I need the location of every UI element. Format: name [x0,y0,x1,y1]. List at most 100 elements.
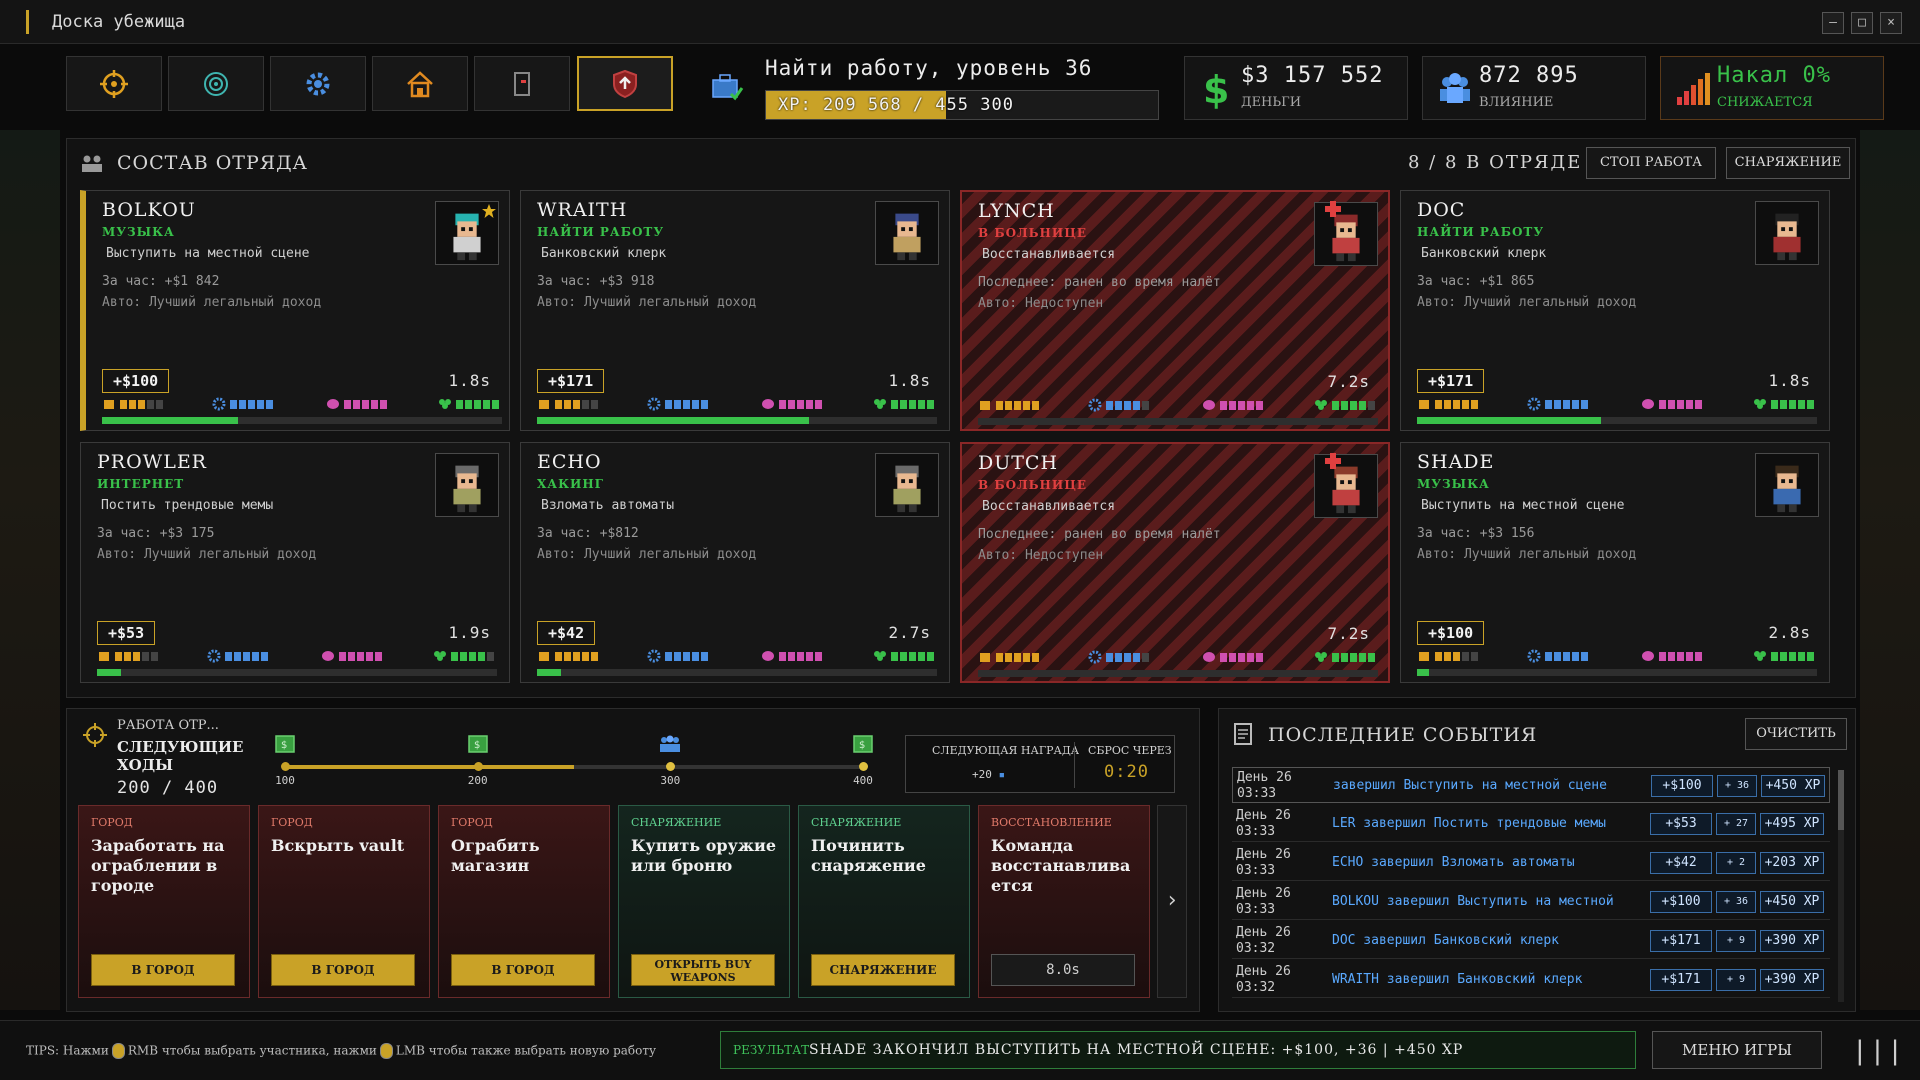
stat-pip [1453,399,1460,409]
mission-button[interactable]: ОТКРЫТЬ BUY WEAPONS [631,954,775,986]
stat-brain [1202,650,1265,664]
stat-pip [788,651,795,661]
nav-phone-button[interactable] [474,56,570,111]
brain-icon [1203,400,1215,410]
mission-next-arrow[interactable]: › [1157,805,1187,998]
stat-pip [142,651,149,661]
nav-radar-button[interactable] [168,56,264,111]
mission-card[interactable]: ГОРОД Заработать на ограблении в городе … [78,805,250,998]
money-label: ДЕНЬГИ [1241,95,1302,110]
mission-button[interactable]: В ГОРОД [451,954,595,986]
stat-pip [239,399,246,409]
squad-card-doc[interactable]: DOC НАЙТИ РАБОТУ Банковский клерк За час… [1400,190,1830,431]
nav-house-button[interactable] [372,56,468,111]
mission-button[interactable]: В ГОРОД [271,954,415,986]
stat-pip [243,651,250,661]
brain-icon [1203,652,1215,662]
member-earn: +$171 [1417,369,1485,393]
mission-card[interactable]: ГОРОД Ограбить магазин В ГОРОД [438,805,610,998]
stat-pip [701,651,708,661]
stat-pip [1545,399,1552,409]
stat-pip [1220,400,1227,410]
squad-card-shade[interactable]: SHADE МУЗЫКА Выступить на местной сцене … [1400,442,1830,683]
fist-icon [539,400,549,409]
game-menu-button[interactable]: МЕНЮ ИГРЫ [1652,1031,1822,1069]
squad-count: 8 / 8 В ОТРЯДЕ [1408,152,1583,173]
stat-pip [815,399,822,409]
squad-card-wraith[interactable]: WRAITH НАЙТИ РАБОТУ Банковский клерк За … [520,190,950,431]
stat-pip [1014,400,1021,410]
stat-pip [573,651,580,661]
gear-button[interactable]: СНАРЯЖЕНИЕ [1726,147,1850,179]
clear-events-button[interactable]: ОЧИСТИТЬ [1745,718,1847,750]
stat-pip [1471,399,1478,409]
stat-pip [252,651,259,661]
medical-cross-icon [1325,201,1341,217]
cash-crate-icon: $ [467,735,488,753]
mission-button[interactable]: СНАРЯЖЕНИЕ [811,954,955,986]
stat-pip [483,399,490,409]
event-time: День 26 03:33 [1236,847,1291,878]
stat-brain [1641,649,1704,663]
maximize-button[interactable]: □ [1851,12,1873,34]
squad-card-prowler[interactable]: PROWLER ИНТЕРНЕТ Постить трендовые мемы … [80,442,510,683]
close-button[interactable]: × [1880,12,1902,34]
member-portrait[interactable] [1755,201,1819,265]
reward-value: +20 ▪ [972,768,1006,781]
stat-pip [891,651,898,661]
member-name: DOC [1417,199,1466,221]
event-row: День 26 03:33 LER завершил Постить трендо… [1232,806,1830,842]
squad-card-bolkou[interactable]: BOLKOU МУЗЫКА Выступить на местной сцене… [80,190,510,431]
svg-text:$: $ [1203,69,1229,109]
member-portrait[interactable] [1755,453,1819,517]
stat-brain [761,397,824,411]
member-earn: +$42 [537,621,596,645]
member-portrait[interactable] [875,201,939,265]
stat-str [97,649,160,663]
menu-bars-icon[interactable]: ||| [1852,1036,1905,1066]
stat-pip [456,399,463,409]
mission-card[interactable]: ВОССТАНОВЛЕНИЕ Команда восстанавлива етс… [978,805,1150,998]
events-scroll-thumb[interactable] [1838,770,1844,830]
squad-card-lynch[interactable]: LYNCH В БОЛЬНИЦЕ Восстанавливается После… [960,190,1390,431]
stop-work-button[interactable]: СТОП РАБОТА [1586,147,1716,179]
member-rate: За час: +$3 156 [1417,526,1535,541]
squad-card-echo[interactable]: ECHO ХАКИНГ Взломать автоматы За час: +$… [520,442,950,683]
stat-pip [1023,652,1030,662]
money-box: $ $3 157 552 ДЕНЬГИ [1184,56,1408,120]
left-scenery [0,130,60,1010]
stat-str [102,397,165,411]
house-icon [407,70,433,97]
stat-pip [1444,399,1451,409]
character-portrait-icon [453,465,481,513]
stat-pip [582,651,589,661]
event-text: LER завершил Постить трендовые мемы [1332,816,1606,831]
mission-card[interactable]: СНАРЯЖЕНИЕ Купить оружие или броню ОТКРЫ… [618,805,790,998]
minimize-button[interactable]: – [1822,12,1844,34]
mission-button[interactable]: В ГОРОД [91,954,235,986]
member-portrait[interactable] [875,453,939,517]
reset-label: СБРОС ЧЕРЕЗ [1088,744,1172,757]
money-value: $3 157 552 [1241,63,1384,88]
stat-pip [1247,400,1254,410]
stat-pip [692,399,699,409]
stat-pip [266,399,273,409]
mission-track-fill [285,765,574,769]
stat-pip [1435,399,1442,409]
squad-card-dutch[interactable]: DUTCH В БОЛЬНИЦЕ Восстанавливается После… [960,442,1390,683]
stat-pip [1798,651,1805,661]
member-progress-fill [1417,669,1429,676]
nav-gear-button[interactable] [270,56,366,111]
result-text: SHADE ЗАКОНЧИЛ ВЫСТУПИТЬ НА МЕСТНОЙ СЦЕН… [809,1042,1464,1058]
stat-pip [465,399,472,409]
member-stats [102,397,502,411]
mission-card[interactable]: ГОРОД Вскрыть vault В ГОРОД [258,805,430,998]
stat-pip [478,651,485,661]
mission-card[interactable]: СНАРЯЖЕНИЕ Починить снаряжение СНАРЯЖЕНИ… [798,805,970,998]
events-scrollbar[interactable] [1838,770,1844,1002]
stat-pip [1444,651,1451,661]
stat-pip [1238,652,1245,662]
nav-shield-button[interactable] [577,56,673,111]
member-portrait[interactable] [435,453,499,517]
nav-target-button[interactable] [66,56,162,111]
